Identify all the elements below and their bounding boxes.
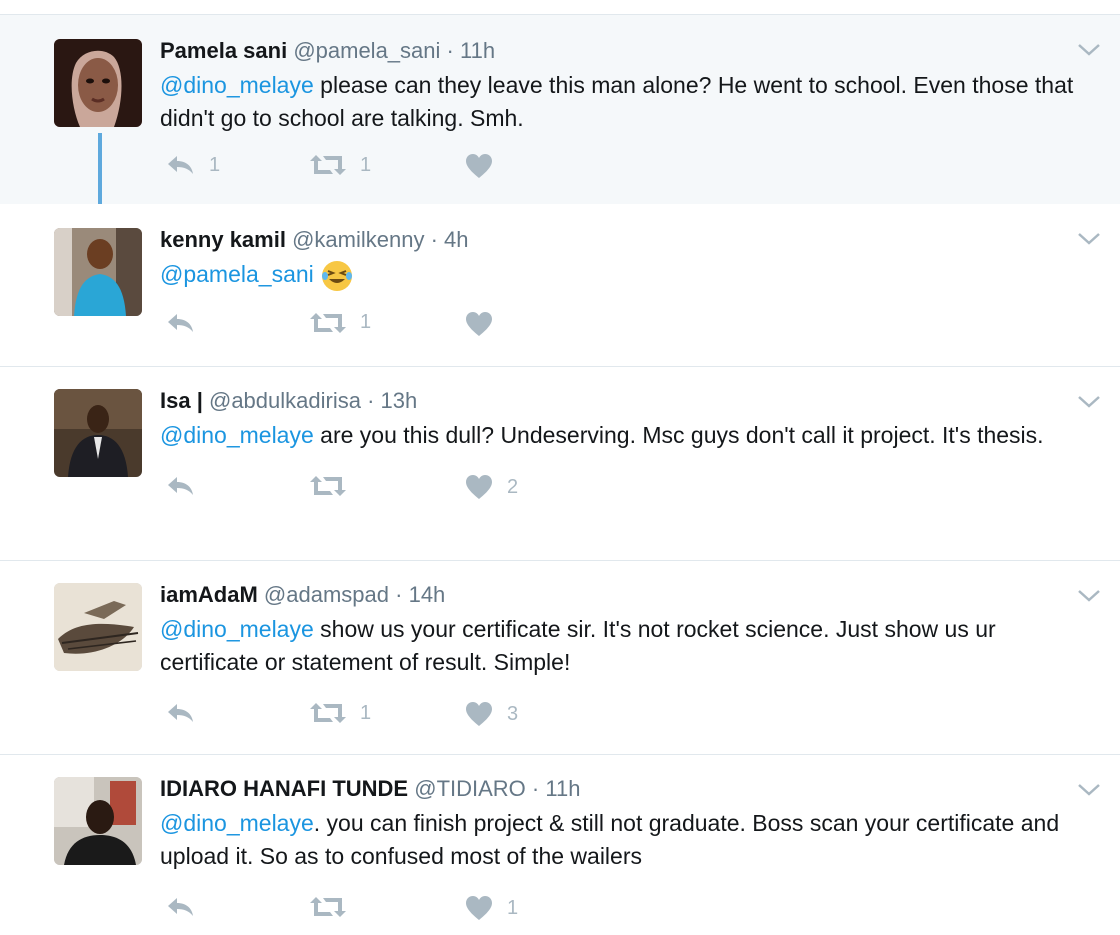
separator: · — [531, 776, 540, 801]
timestamp[interactable]: 11h — [545, 776, 580, 801]
tweet-header: IDIARO HANAFI TUNDE @TIDIARO · 11h — [160, 775, 1080, 803]
tweet[interactable]: iamAdaM @adamspad · 14h @dino_melaye sho… — [0, 561, 1120, 755]
tweet[interactable]: IDIARO HANAFI TUNDE @TIDIARO · 11h @dino… — [0, 755, 1120, 935]
retweet-button[interactable] — [310, 474, 360, 498]
avatar[interactable] — [54, 777, 142, 865]
heart-icon — [466, 702, 492, 726]
tweet-text: @dino_melaye are you this dull? Undeserv… — [160, 419, 1080, 452]
retweet-icon — [310, 703, 346, 723]
tweet-text: @dino_melaye. you can finish project & s… — [160, 807, 1080, 873]
retweet-count: 1 — [360, 701, 372, 724]
tweet-actions: 2 — [160, 474, 1080, 514]
mention-link[interactable]: @dino_melaye — [160, 616, 314, 642]
chevron-down-icon[interactable] — [1076, 41, 1102, 59]
separator: · — [367, 388, 375, 413]
timestamp[interactable]: 13h — [381, 388, 418, 413]
display-name[interactable]: Pamela sani — [160, 38, 287, 63]
retweet-button[interactable]: 1 — [310, 311, 371, 335]
display-name[interactable]: kenny kamil — [160, 227, 286, 252]
tweet-header: kenny kamil @kamilkenny · 4h — [160, 226, 1080, 254]
reply-icon — [168, 156, 193, 174]
tweet-text: @dino_melaye show us your certificate si… — [160, 613, 1080, 679]
retweet-button[interactable] — [310, 895, 360, 919]
like-count: 1 — [507, 896, 519, 919]
like-count: 3 — [507, 702, 519, 725]
retweet-icon — [310, 312, 346, 333]
chevron-down-icon[interactable] — [1076, 393, 1102, 411]
laughing-tears-emoji-icon — [321, 260, 352, 291]
username[interactable]: @adamspad — [264, 582, 389, 607]
tweet[interactable]: Pamela sani @pamela_sani · 11h @dino_mel… — [0, 15, 1120, 235]
separator: · — [446, 38, 454, 63]
username[interactable]: @kamilkenny — [292, 227, 424, 252]
tweet-body: are you this dull? Undeserving. Msc guys… — [313, 422, 1044, 448]
heart-icon — [466, 896, 492, 920]
reply-button[interactable]: 1 — [165, 153, 220, 177]
display-name[interactable]: Isa | — [160, 388, 203, 413]
retweet-button[interactable]: 1 — [310, 701, 371, 725]
like-button[interactable] — [465, 311, 507, 337]
mention-link[interactable]: @pamela_sani — [160, 261, 314, 287]
chevron-down-icon[interactable] — [1076, 781, 1102, 799]
mention-link[interactable]: @dino_melaye — [160, 72, 314, 98]
like-button[interactable]: 3 — [465, 701, 518, 727]
avatar[interactable] — [54, 228, 142, 316]
avatar[interactable] — [54, 39, 142, 127]
top-divider — [0, 0, 1120, 15]
avatar[interactable] — [54, 389, 142, 477]
tweet-actions: 1 — [160, 895, 1080, 935]
tweet-header: Isa | @abdulkadirisa · 13h — [160, 387, 1080, 415]
like-button[interactable] — [465, 153, 507, 179]
retweet-count: 1 — [360, 153, 372, 176]
tweet-header: iamAdaM @adamspad · 14h — [160, 581, 1080, 609]
retweet-icon — [310, 476, 346, 496]
tweet-feed: Pamela sani @pamela_sani · 11h @dino_mel… — [0, 15, 1120, 935]
tweet-actions: 1 — [160, 311, 1080, 351]
display-name[interactable]: IDIARO HANAFI TUNDE — [160, 776, 408, 801]
timestamp[interactable]: 14h — [409, 582, 446, 607]
avatar[interactable] — [54, 583, 142, 671]
heart-icon — [466, 475, 492, 499]
tweet-actions: 1 3 — [160, 701, 1080, 741]
username[interactable]: @abdulkadirisa — [209, 388, 361, 413]
tweet[interactable]: Isa | @abdulkadirisa · 13h @dino_melaye … — [0, 367, 1120, 561]
chevron-down-icon[interactable] — [1076, 230, 1102, 248]
tweet[interactable]: kenny kamil @kamilkenny · 4h @pamela_san… — [0, 204, 1120, 367]
tweet-header: Pamela sani @pamela_sani · 11h — [160, 37, 1080, 65]
tweet-text: @dino_melaye please can they leave this … — [160, 69, 1080, 135]
username[interactable]: @TIDIARO — [414, 776, 526, 801]
reply-button[interactable] — [165, 474, 209, 498]
heart-icon — [466, 311, 492, 336]
retweet-count: 1 — [360, 311, 372, 334]
reply-count: 1 — [209, 153, 221, 176]
reply-icon — [168, 477, 193, 495]
tweet-actions: 1 1 — [160, 153, 1080, 193]
retweet-icon — [310, 155, 346, 175]
display-name[interactable]: iamAdaM — [160, 582, 258, 607]
separator: · — [395, 582, 403, 607]
heart-icon — [466, 154, 492, 178]
separator: · — [430, 227, 438, 252]
tweet-text: @pamela_sani — [160, 258, 1080, 293]
mention-link[interactable]: @dino_melaye — [160, 422, 314, 448]
retweet-button[interactable]: 1 — [310, 153, 371, 177]
like-button[interactable]: 2 — [465, 474, 518, 500]
timestamp[interactable]: 4h — [444, 227, 468, 252]
username[interactable]: @pamela_sani — [293, 38, 440, 63]
reply-icon — [168, 313, 193, 332]
like-button[interactable]: 1 — [465, 895, 518, 921]
reply-icon — [168, 898, 193, 916]
reply-button[interactable] — [165, 311, 209, 335]
reply-button[interactable] — [165, 895, 209, 919]
retweet-icon — [310, 897, 346, 917]
like-count: 2 — [507, 475, 519, 498]
mention-link[interactable]: @dino_melaye — [160, 810, 314, 836]
reply-button[interactable] — [165, 701, 209, 725]
timestamp[interactable]: 11h — [460, 38, 495, 63]
reply-icon — [168, 704, 193, 722]
chevron-down-icon[interactable] — [1076, 587, 1102, 605]
